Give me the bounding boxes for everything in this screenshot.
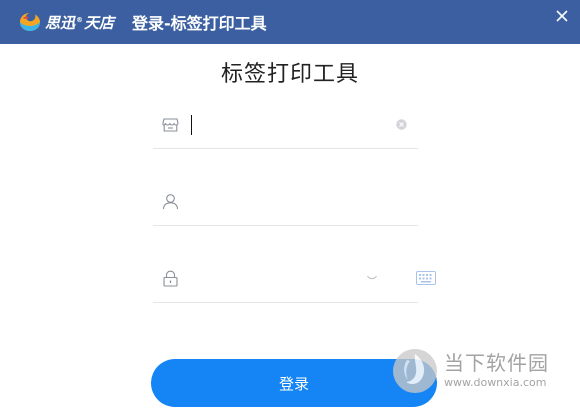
brand-name: 思迅®天店 — [45, 13, 115, 32]
clear-circle-icon[interactable] — [396, 119, 407, 130]
store-icon — [162, 116, 179, 133]
keyboard-icon[interactable] — [416, 271, 436, 285]
page-title: 标签打印工具 — [220, 62, 359, 87]
eye-closed-icon[interactable] — [367, 275, 377, 281]
username-input[interactable] — [189, 189, 379, 213]
user-field[interactable] — [153, 179, 418, 226]
login-window: 思迅®天店 登录-标签打印工具 标签打印工具 登录 当下软件园 www.down… — [0, 0, 580, 414]
user-icon — [162, 193, 179, 210]
title-bar: 思迅®天店 登录-标签打印工具 — [0, 0, 580, 44]
lock-icon — [162, 270, 179, 287]
text-caret — [191, 115, 192, 135]
close-button[interactable] — [552, 6, 572, 26]
watermark-url: www.downxia.com — [444, 376, 547, 389]
store-input[interactable] — [189, 112, 379, 136]
watermark-name: 当下软件园 — [444, 351, 549, 375]
login-button[interactable]: 登录 — [151, 359, 437, 407]
password-input[interactable] — [189, 266, 379, 290]
brand: 思迅®天店 — [18, 0, 114, 44]
password-field[interactable] — [153, 256, 436, 303]
close-icon — [552, 6, 572, 26]
window-title: 登录-标签打印工具 — [132, 14, 267, 33]
store-field[interactable] — [153, 102, 418, 149]
brand-logo-icon — [18, 11, 42, 33]
